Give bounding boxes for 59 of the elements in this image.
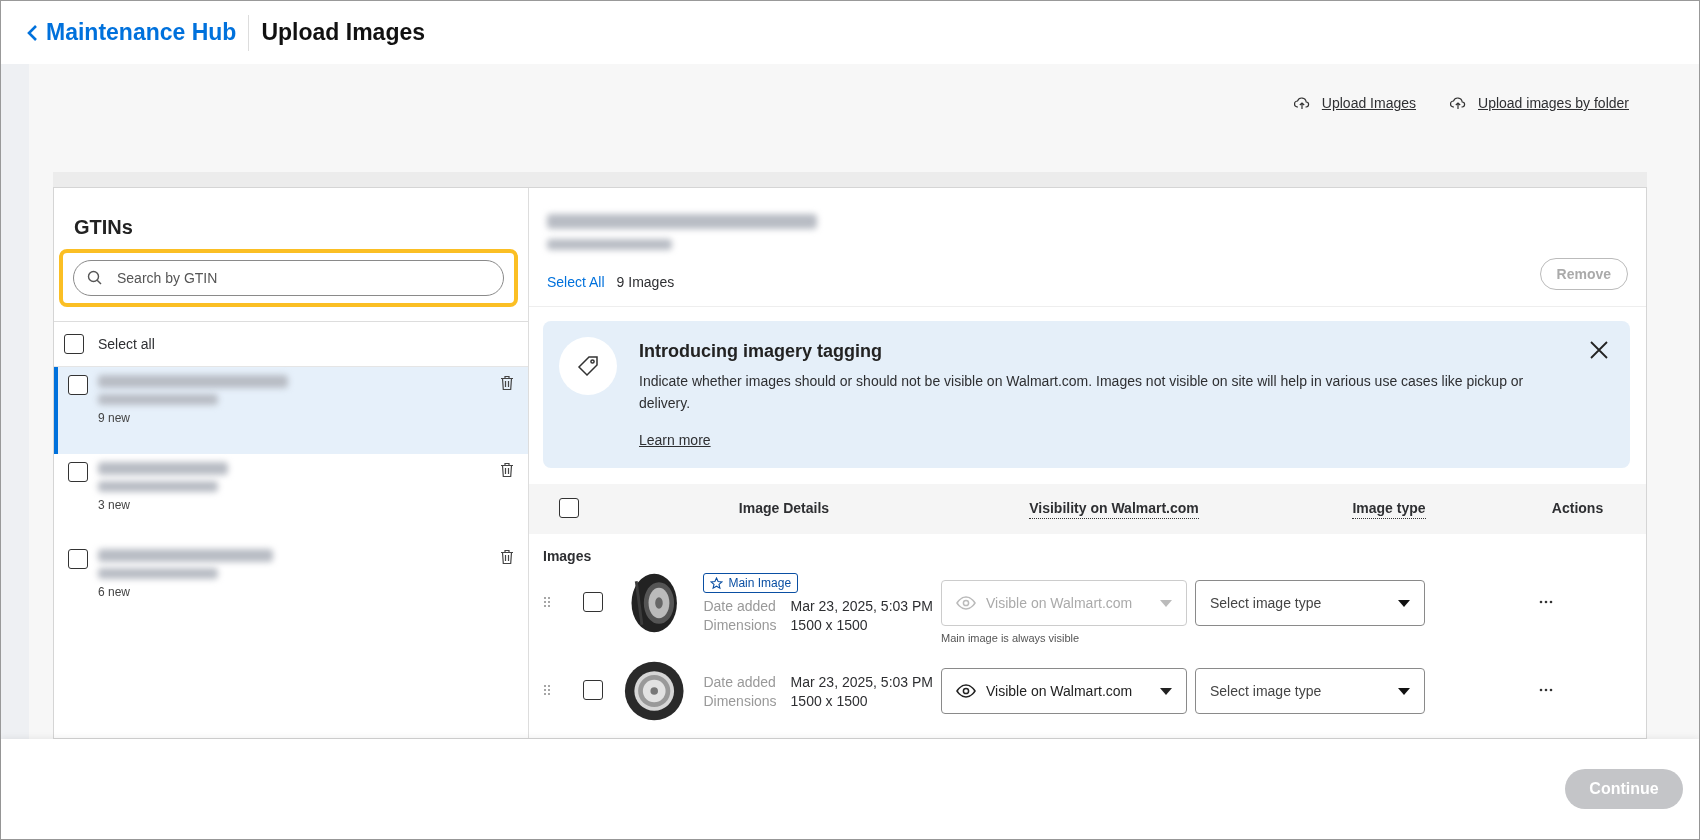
column-header: Image type [1352, 499, 1426, 519]
field-label: Dimensions [703, 692, 777, 709]
learn-more-link[interactable]: Learn more [639, 432, 711, 448]
trash-icon[interactable] [500, 375, 514, 391]
upload-link[interactable]: Upload Images [1321, 92, 1416, 114]
checkbox[interactable] [68, 375, 88, 395]
upload-link[interactable]: Upload images by folder [1478, 92, 1629, 114]
caret-icon [1160, 687, 1172, 695]
caret-icon [1398, 687, 1410, 695]
star-icon [710, 576, 724, 590]
checkbox[interactable] [68, 549, 88, 569]
trash-icon[interactable] [500, 549, 514, 565]
search-field[interactable]: Search by GTIN [73, 260, 504, 296]
field-label: Dimensions [703, 617, 777, 633]
gtin-item[interactable]: 9 new [54, 367, 528, 454]
banner-title: Introducing imagery tagging [639, 341, 883, 362]
checkbox[interactable] [68, 462, 88, 482]
field-label: Date added [703, 673, 777, 690]
new-count: 9 new [98, 411, 132, 425]
back-link[interactable]: Maintenance Hub [27, 14, 250, 51]
column-header: Image Details [738, 500, 830, 518]
new-count: 3 new [98, 498, 132, 512]
checkbox[interactable] [64, 334, 84, 354]
group-label: Images [542, 547, 593, 566]
visibility-note: Main image is always visible [941, 632, 1081, 644]
date-value: Mar 23, 2025, 5:03 PM [790, 673, 933, 690]
cloud-upload-icon [1450, 96, 1466, 110]
eye-icon [956, 596, 976, 610]
checkbox[interactable] [583, 592, 603, 612]
page-title: Upload Images [261, 19, 426, 46]
drag-handle-icon[interactable] [543, 596, 551, 608]
column-header: Visibility on Walmart.com [1029, 499, 1199, 519]
panel-title: GTINs [73, 215, 134, 240]
more-icon[interactable] [1538, 688, 1553, 692]
dimensions-value: 1500 x 1500 [790, 692, 869, 709]
eye-icon [956, 684, 976, 698]
trash-icon[interactable] [500, 462, 514, 478]
banner-text: Indicate whether images should or should not be visible on Walmart.com. Images not visible on site will help in various use cases like pickup or delivery. [639, 372, 1525, 413]
select-all-link[interactable]: Select All [547, 274, 605, 290]
caret-icon [1160, 599, 1172, 607]
checkbox[interactable] [583, 680, 603, 700]
caret-icon [1398, 599, 1410, 607]
image-type-dropdown[interactable]: Select image type [1195, 580, 1425, 626]
field-label: Date added [703, 598, 777, 614]
select-all-label: Select all [98, 336, 155, 352]
checkbox[interactable] [559, 497, 579, 518]
drag-handle-icon[interactable] [543, 684, 551, 696]
chevron-left-icon [27, 23, 38, 42]
new-count: 6 new [98, 585, 132, 599]
visibility-dropdown[interactable]: Visible on Walmart.com [941, 668, 1187, 714]
cloud-upload-icon [1293, 96, 1310, 110]
more-icon[interactable] [1538, 600, 1553, 604]
date-value: Mar 23, 2025, 5:03 PM [790, 598, 933, 614]
image-count: 9 Images [616, 274, 675, 290]
column-header: Actions [1551, 500, 1604, 518]
badge-label: Main Image [728, 576, 792, 590]
image-type-dropdown[interactable]: Select image type [1195, 668, 1425, 714]
dimensions-value: 1500 x 1500 [790, 617, 869, 633]
search-icon [87, 270, 102, 285]
